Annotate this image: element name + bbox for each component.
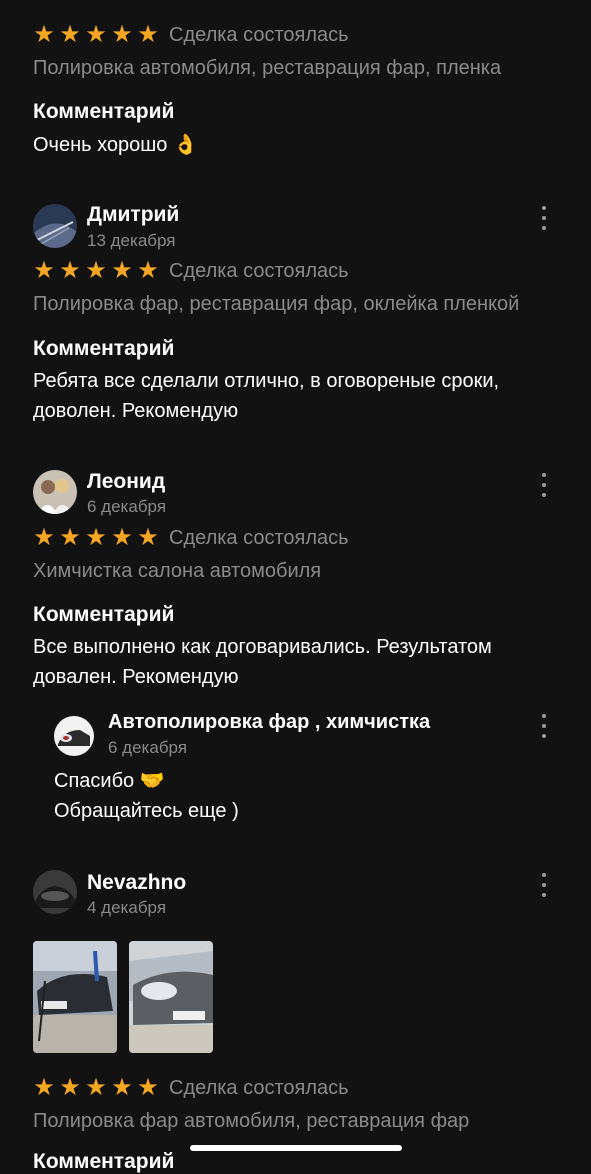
avatar[interactable]	[33, 204, 77, 248]
star-icon: ★	[137, 21, 159, 48]
deal-status: Сделка состоялась	[169, 23, 349, 46]
deal-status: Сделка состоялась	[169, 526, 349, 549]
star-icon: ★	[111, 524, 133, 551]
review2-rating: ★ ★ ★ ★ ★ Сделка состоялась	[33, 526, 349, 550]
deal-status: Сделка состоялась	[169, 259, 349, 282]
business-avatar[interactable]	[54, 716, 94, 756]
star-icon: ★	[33, 257, 55, 284]
review-date: 6 декабря	[87, 497, 167, 516]
avatar[interactable]	[33, 870, 77, 914]
comment-title: Комментарий	[33, 1150, 175, 1173]
star-icon: ★	[111, 257, 133, 284]
star-icon: ★	[59, 524, 81, 551]
star-icon: ★	[33, 524, 55, 551]
comment-line: Все выполнено как договаривались. Резуль…	[33, 636, 492, 658]
reply-line: Спасибо 🤝	[54, 770, 165, 792]
reply-line: Обращайтесь еще )	[54, 800, 239, 822]
author-name[interactable]: Леонид	[87, 470, 165, 494]
more-vertical-icon[interactable]	[534, 206, 554, 230]
comment-line: доволен. Рекомендую	[33, 400, 239, 422]
more-vertical-icon[interactable]	[534, 473, 554, 497]
comment-text: Ребята все сделали отлично, в оговореные…	[33, 366, 499, 426]
review-photo-1[interactable]	[33, 941, 117, 1053]
comment-title: Комментарий	[33, 100, 175, 123]
star-icon: ★	[111, 21, 133, 48]
rating-stars: ★ ★ ★ ★ ★	[33, 259, 159, 283]
home-indicator[interactable]	[190, 1145, 402, 1151]
rating-stars: ★ ★ ★ ★ ★	[33, 1076, 159, 1100]
rating-stars: ★ ★ ★ ★ ★	[33, 23, 159, 47]
star-icon: ★	[85, 524, 107, 551]
star-icon: ★	[137, 524, 159, 551]
reply-date: 6 декабря	[108, 738, 188, 757]
review3-rating: ★ ★ ★ ★ ★ Сделка состоялась	[33, 1076, 349, 1100]
comment-line: Ребята все сделали отлично, в оговореные…	[33, 370, 500, 392]
comment-text: Очень хорошо 👌	[33, 134, 198, 156]
reply-text: Спасибо 🤝 Обращайтесь еще )	[54, 766, 239, 826]
author-name[interactable]: Nevazhno	[87, 871, 186, 895]
deal-status: Сделка состоялась	[169, 1076, 349, 1099]
author-name[interactable]: Дмитрий	[87, 203, 179, 227]
star-icon: ★	[85, 1074, 107, 1101]
comment-title: Комментарий	[33, 603, 175, 626]
review0-services: Полировка автомобиля, реставрация фар, п…	[33, 57, 502, 79]
reply-author[interactable]: Автополировка фар , химчистка	[108, 711, 430, 734]
avatar[interactable]	[33, 470, 77, 514]
comment-title: Комментарий	[33, 337, 175, 360]
review3-services: Полировка фар автомобиля, реставрация фа…	[33, 1110, 470, 1132]
review1-services: Полировка фар, реставрация фар, оклейка …	[33, 293, 520, 315]
review2-services: Химчистка салона автомобиля	[33, 560, 322, 582]
more-vertical-icon[interactable]	[534, 714, 554, 738]
star-icon: ★	[59, 257, 81, 284]
star-icon: ★	[137, 257, 159, 284]
comment-line: довален. Рекомендую	[33, 666, 239, 688]
comment-text: Все выполнено как договаривались. Резуль…	[33, 632, 492, 692]
review1-rating: ★ ★ ★ ★ ★ Сделка состоялась	[33, 259, 349, 283]
star-icon: ★	[85, 21, 107, 48]
rating-stars: ★ ★ ★ ★ ★	[33, 526, 159, 550]
star-icon: ★	[33, 21, 55, 48]
review0-rating: ★ ★ ★ ★ ★ Сделка состоялась	[33, 23, 349, 47]
review-date: 4 декабря	[87, 898, 167, 917]
more-vertical-icon[interactable]	[534, 873, 554, 897]
review-photo-2[interactable]	[129, 941, 213, 1053]
star-icon: ★	[59, 1074, 81, 1101]
star-icon: ★	[137, 1074, 159, 1101]
star-icon: ★	[59, 21, 81, 48]
star-icon: ★	[85, 257, 107, 284]
review-date: 13 декабря	[87, 231, 176, 250]
star-icon: ★	[33, 1074, 55, 1101]
star-icon: ★	[111, 1074, 133, 1101]
